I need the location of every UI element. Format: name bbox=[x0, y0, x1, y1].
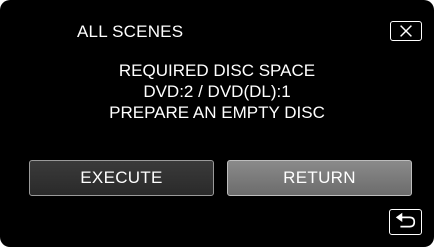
message-line-disc-count: DVD:2 / DVD(DL):1 bbox=[143, 82, 291, 101]
back-button[interactable] bbox=[389, 209, 422, 235]
return-button[interactable]: RETURN bbox=[227, 160, 412, 196]
message-line-disc-space: REQUIRED DISC SPACE bbox=[118, 61, 316, 80]
dialog-message: REQUIRED DISC SPACE DVD:2 / DVD(DL):1 PR… bbox=[0, 60, 434, 123]
close-icon bbox=[400, 25, 412, 37]
close-button[interactable] bbox=[390, 21, 422, 41]
message-line-prepare: PREPARE AN EMPTY DISC bbox=[109, 103, 325, 122]
back-arrow-icon bbox=[395, 212, 416, 228]
dialog-title: ALL SCENES bbox=[77, 22, 184, 41]
execute-button[interactable]: EXECUTE bbox=[29, 160, 214, 196]
dialog-screen: ALL SCENES REQUIRED DISC SPACE DVD:2 / D… bbox=[0, 0, 434, 247]
